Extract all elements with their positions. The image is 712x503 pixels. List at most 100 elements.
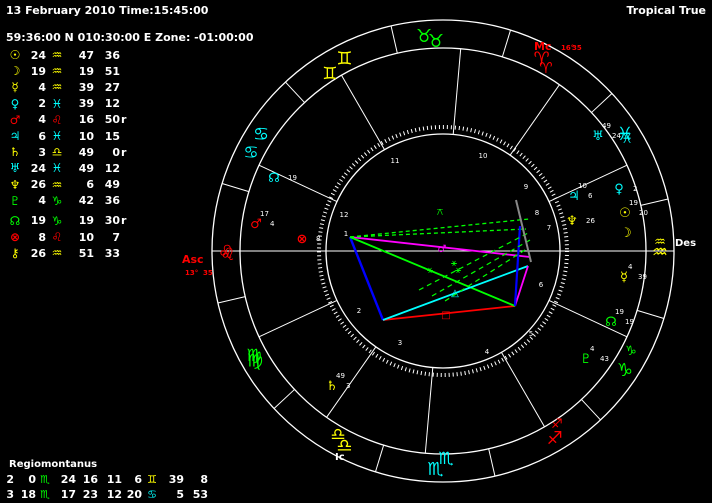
house-cusp-value: 39 (168, 473, 184, 486)
pisces-icon: ♓ (621, 132, 633, 147)
planet-degree: 6 (38, 129, 46, 143)
zodiac-sign-icon: ♊ (336, 49, 352, 70)
house-cusp-value: 5 (176, 488, 184, 501)
sign-divider (488, 448, 496, 477)
house-cusp-value: 0 (28, 473, 36, 486)
planet-degree: 8 (38, 230, 46, 244)
planet-row: ⊗ 8 ♌ 10 7 (6, 229, 131, 245)
planet-row: ♅ 24 ♓ 49 12 (6, 160, 131, 176)
aspect-line (349, 228, 527, 238)
planet-degree-label: 26 (586, 217, 595, 225)
planet-degree: 19 (30, 64, 46, 78)
gemini-icon: ♊ (322, 64, 337, 84)
jupiter-icon: ♃ (568, 189, 580, 204)
planet-row: ☊ 19 ♑ 19 30 r (6, 213, 131, 229)
planet-position-list: ☉ 24 ♒ 47 36 ☽ 19 ♒ 19 51 ☿ 4 ♒ 39 27 ♀ 2 ♓ 39 12 ♂ 4 ♌ 16 50 r ♃ 6… (6, 47, 131, 261)
sign-icon: ♓ (51, 129, 63, 144)
leo-icon: ♌ (220, 245, 235, 265)
planet-minute: 10 (78, 230, 94, 244)
planet-row: ☉ 24 ♒ 47 36 (6, 47, 131, 63)
sign-icon: ♑ (51, 193, 63, 208)
saturn-icon: ♄ (326, 379, 338, 394)
asc-minute: 35 (203, 269, 213, 277)
house-cusp-value: 17 (60, 488, 76, 501)
planet-degree: 4 (38, 80, 46, 94)
planet-degree: 4 (38, 113, 46, 127)
sign-divider (285, 81, 305, 103)
aspect-glyph: △ (451, 288, 459, 299)
house-number: 11 (391, 157, 400, 165)
house-cusp-value: 24 (60, 473, 76, 486)
aries-icon: ♈ (539, 59, 552, 77)
neptune-icon: ♆ (566, 214, 578, 229)
chart-location: 59:36:00 N 010:30:00 E Zone: -01:00:00 (6, 31, 254, 44)
house-number: 1 (344, 230, 348, 238)
node-icon: ☊ (605, 315, 617, 330)
planet-degree: 3 (38, 145, 46, 159)
planet-second: 30 (104, 214, 120, 228)
house-cusp-value: 12 (106, 488, 122, 501)
planet-row: ⚷ 26 ♒ 51 33 (6, 245, 131, 261)
house-cusp-line (501, 352, 545, 428)
virgo-icon: ♍ (246, 346, 261, 366)
pluto-icon: ♇ (9, 193, 21, 208)
sign-icon: ♒ (51, 246, 63, 261)
house-number: 9 (524, 183, 528, 191)
sign-divider (591, 93, 613, 113)
sign-icon: ♏ (40, 473, 50, 486)
house-number: 10 (479, 152, 488, 160)
retrograde-flag: r (121, 214, 127, 228)
mc-minute: 35 (572, 44, 582, 52)
house-number: 3 (398, 339, 402, 347)
zodiac-mode: Tropical True (626, 4, 706, 17)
planet-minute: 16 (78, 113, 94, 127)
planet-minute: 42 (78, 194, 94, 208)
fortune-icon: ⊗ (297, 232, 308, 247)
sign-icon: ♌ (51, 112, 63, 127)
sign-divider (501, 29, 512, 58)
sign-divider (636, 309, 665, 320)
planet-degree: 26 (30, 178, 46, 192)
neptune-icon: ♆ (9, 177, 21, 192)
moon-icon: ☽ (620, 226, 632, 241)
node-icon: ☊ (9, 213, 21, 228)
mercury-icon: ☿ (11, 80, 19, 95)
aspect-glyph: ⚻ (437, 207, 444, 218)
planet-minute: 19 (78, 64, 94, 78)
mercury-icon: ☿ (620, 270, 628, 285)
planet-row: ♂ 4 ♌ 16 50 r (6, 112, 131, 128)
libra-icon: ♎ (330, 425, 345, 445)
sign-divider (640, 198, 669, 206)
house-number: 7 (547, 224, 551, 232)
aspect-line (418, 231, 531, 291)
sign-icon: ♓ (51, 96, 63, 111)
planet-second: 12 (104, 161, 120, 175)
aspect-glyph: □ (441, 310, 450, 321)
planet-degree: 24 (30, 161, 46, 175)
planet-degree-label: 3 (346, 382, 350, 390)
house-cusp-value: 3 (6, 488, 14, 501)
planet-minute: 47 (78, 48, 94, 62)
planet-minute: 39 (78, 97, 94, 111)
planet-minute-label: 49 (336, 372, 345, 380)
planet-minute: 51 (78, 246, 94, 260)
house-cusp-line (341, 74, 385, 150)
aspect-glyph: ♂ (438, 244, 447, 255)
planet-second: 15 (104, 129, 120, 143)
jupiter-icon: ♃ (9, 129, 21, 144)
ic-label: Ic (335, 452, 345, 463)
house-cusp-line (509, 84, 560, 156)
house-number: 2 (357, 307, 361, 315)
planet-second: 36 (104, 48, 120, 62)
planet-second: 51 (104, 64, 120, 78)
sign-icon: ♒ (51, 80, 63, 95)
zodiac-sign-icon: ♋ (253, 124, 269, 145)
venus-icon: ♀ (614, 182, 624, 197)
planet-row: ☽ 19 ♒ 19 51 (6, 63, 131, 79)
planet-degree-label: 8 (316, 235, 320, 243)
house-cusp-line (452, 48, 462, 135)
planet-degree-label: 4 (270, 220, 275, 228)
asc-degree: 13° (185, 269, 198, 277)
retrograde-flag: r (121, 113, 127, 127)
planet-degree: 19 (30, 214, 46, 228)
